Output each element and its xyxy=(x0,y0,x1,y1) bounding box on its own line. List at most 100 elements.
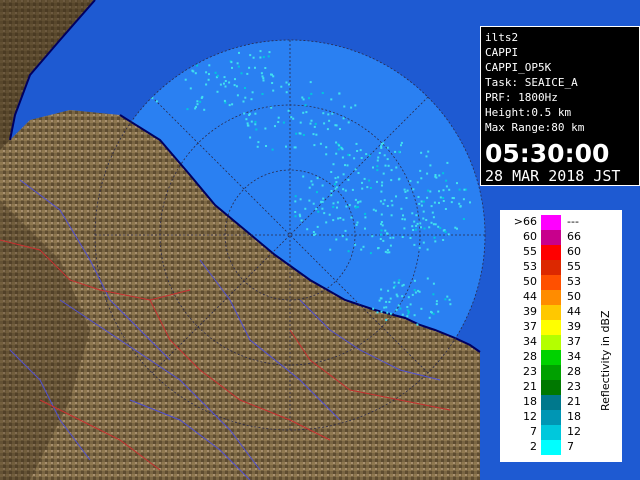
echo-pixel xyxy=(306,228,309,231)
echo-pixel xyxy=(248,114,251,116)
echo-pixel xyxy=(308,186,311,189)
echo-pixel xyxy=(442,189,445,192)
echo-pixel xyxy=(338,144,341,147)
echo-pixel xyxy=(390,179,393,182)
echo-pixel xyxy=(401,236,404,238)
echo-pixel xyxy=(429,164,432,167)
echo-pixel xyxy=(438,190,440,193)
echo-pixel xyxy=(423,227,426,230)
echo-pixel xyxy=(247,124,250,127)
echo-pixel xyxy=(442,197,445,199)
echo-pixel xyxy=(341,235,344,238)
echo-pixel xyxy=(288,83,290,86)
echo-pixel xyxy=(431,211,434,214)
echo-pixel xyxy=(337,176,340,179)
echo-pixel xyxy=(308,97,310,100)
echo-pixel xyxy=(379,238,382,240)
legend-color-swatch xyxy=(541,290,561,305)
echo-pixel xyxy=(300,219,303,222)
echo-pixel xyxy=(246,72,249,75)
legend-color-swatch xyxy=(541,230,561,245)
echo-pixel xyxy=(401,295,404,298)
echo-pixel xyxy=(328,213,331,216)
legend-low-value: 55 xyxy=(523,245,537,258)
echo-pixel xyxy=(272,75,275,78)
echo-pixel xyxy=(294,195,297,198)
echo-pixel xyxy=(356,150,359,152)
legend-low-value: 53 xyxy=(523,260,537,273)
echo-pixel xyxy=(248,66,251,69)
echo-pixel xyxy=(377,247,379,250)
echo-pixel xyxy=(216,90,219,93)
echo-pixel xyxy=(364,216,367,219)
echo-pixel xyxy=(378,299,381,302)
echo-pixel xyxy=(186,108,189,111)
echo-pixel xyxy=(379,200,382,203)
echo-pixel xyxy=(385,318,388,321)
max-range-value: Max Range:80 km xyxy=(485,121,585,134)
echo-pixel xyxy=(406,315,409,318)
echo-pixel xyxy=(372,166,374,169)
echo-pixel xyxy=(446,295,449,298)
echo-pixel xyxy=(274,125,276,128)
echo-pixel xyxy=(330,171,333,173)
echo-pixel xyxy=(427,150,430,153)
echo-pixel xyxy=(317,210,320,213)
legend-color-swatch xyxy=(541,395,561,410)
echo-pixel xyxy=(437,225,440,228)
echo-pixel xyxy=(432,282,435,285)
echo-pixel xyxy=(407,296,410,299)
echo-pixel xyxy=(416,222,419,225)
echo-pixel xyxy=(313,144,316,147)
echo-pixel xyxy=(254,120,257,123)
echo-pixel xyxy=(391,204,394,207)
echo-pixel xyxy=(344,164,346,167)
echo-pixel xyxy=(409,237,412,239)
echo-pixel xyxy=(413,314,416,317)
echo-pixel xyxy=(456,182,458,185)
echo-pixel xyxy=(426,196,429,199)
echo-pixel xyxy=(335,141,338,144)
echo-pixel xyxy=(320,200,323,203)
echo-pixel xyxy=(444,298,447,301)
echo-pixel xyxy=(322,112,325,115)
echo-pixel xyxy=(342,218,345,221)
echo-pixel xyxy=(411,225,414,228)
legend-low-value: 2 xyxy=(530,440,537,453)
echo-pixel xyxy=(350,216,353,219)
echo-pixel xyxy=(384,250,387,253)
echo-pixel xyxy=(381,184,383,187)
echo-pixel xyxy=(445,185,448,188)
echo-pixel xyxy=(386,311,389,314)
echo-pixel xyxy=(305,111,308,114)
echo-pixel xyxy=(380,221,383,223)
echo-pixel xyxy=(386,249,389,251)
echo-pixel xyxy=(409,303,412,306)
echo-pixel xyxy=(299,121,302,124)
echo-pixel xyxy=(382,239,385,242)
echo-pixel xyxy=(418,246,421,249)
echo-pixel xyxy=(449,303,452,306)
echo-pixel xyxy=(376,159,379,162)
echo-pixel xyxy=(238,51,240,54)
echo-pixel xyxy=(292,117,295,120)
echo-pixel xyxy=(351,188,354,191)
legend-low-value: 7 xyxy=(530,425,537,438)
echo-pixel xyxy=(262,79,265,82)
echo-pixel xyxy=(228,81,231,84)
legend-color-swatch xyxy=(541,350,561,365)
echo-pixel xyxy=(290,116,293,119)
echo-pixel xyxy=(330,194,333,197)
echo-pixel xyxy=(235,85,238,88)
echo-pixel xyxy=(342,117,345,120)
echo-pixel xyxy=(392,286,395,289)
legend-high-value: 53 xyxy=(567,275,581,288)
legend-high-value: --- xyxy=(567,215,579,228)
echo-pixel xyxy=(310,119,313,122)
echo-pixel xyxy=(383,306,386,309)
echo-pixel xyxy=(254,123,257,126)
echo-pixel xyxy=(364,227,366,230)
echo-pixel xyxy=(316,225,319,228)
echo-pixel xyxy=(341,156,344,159)
echo-pixel xyxy=(420,307,423,310)
